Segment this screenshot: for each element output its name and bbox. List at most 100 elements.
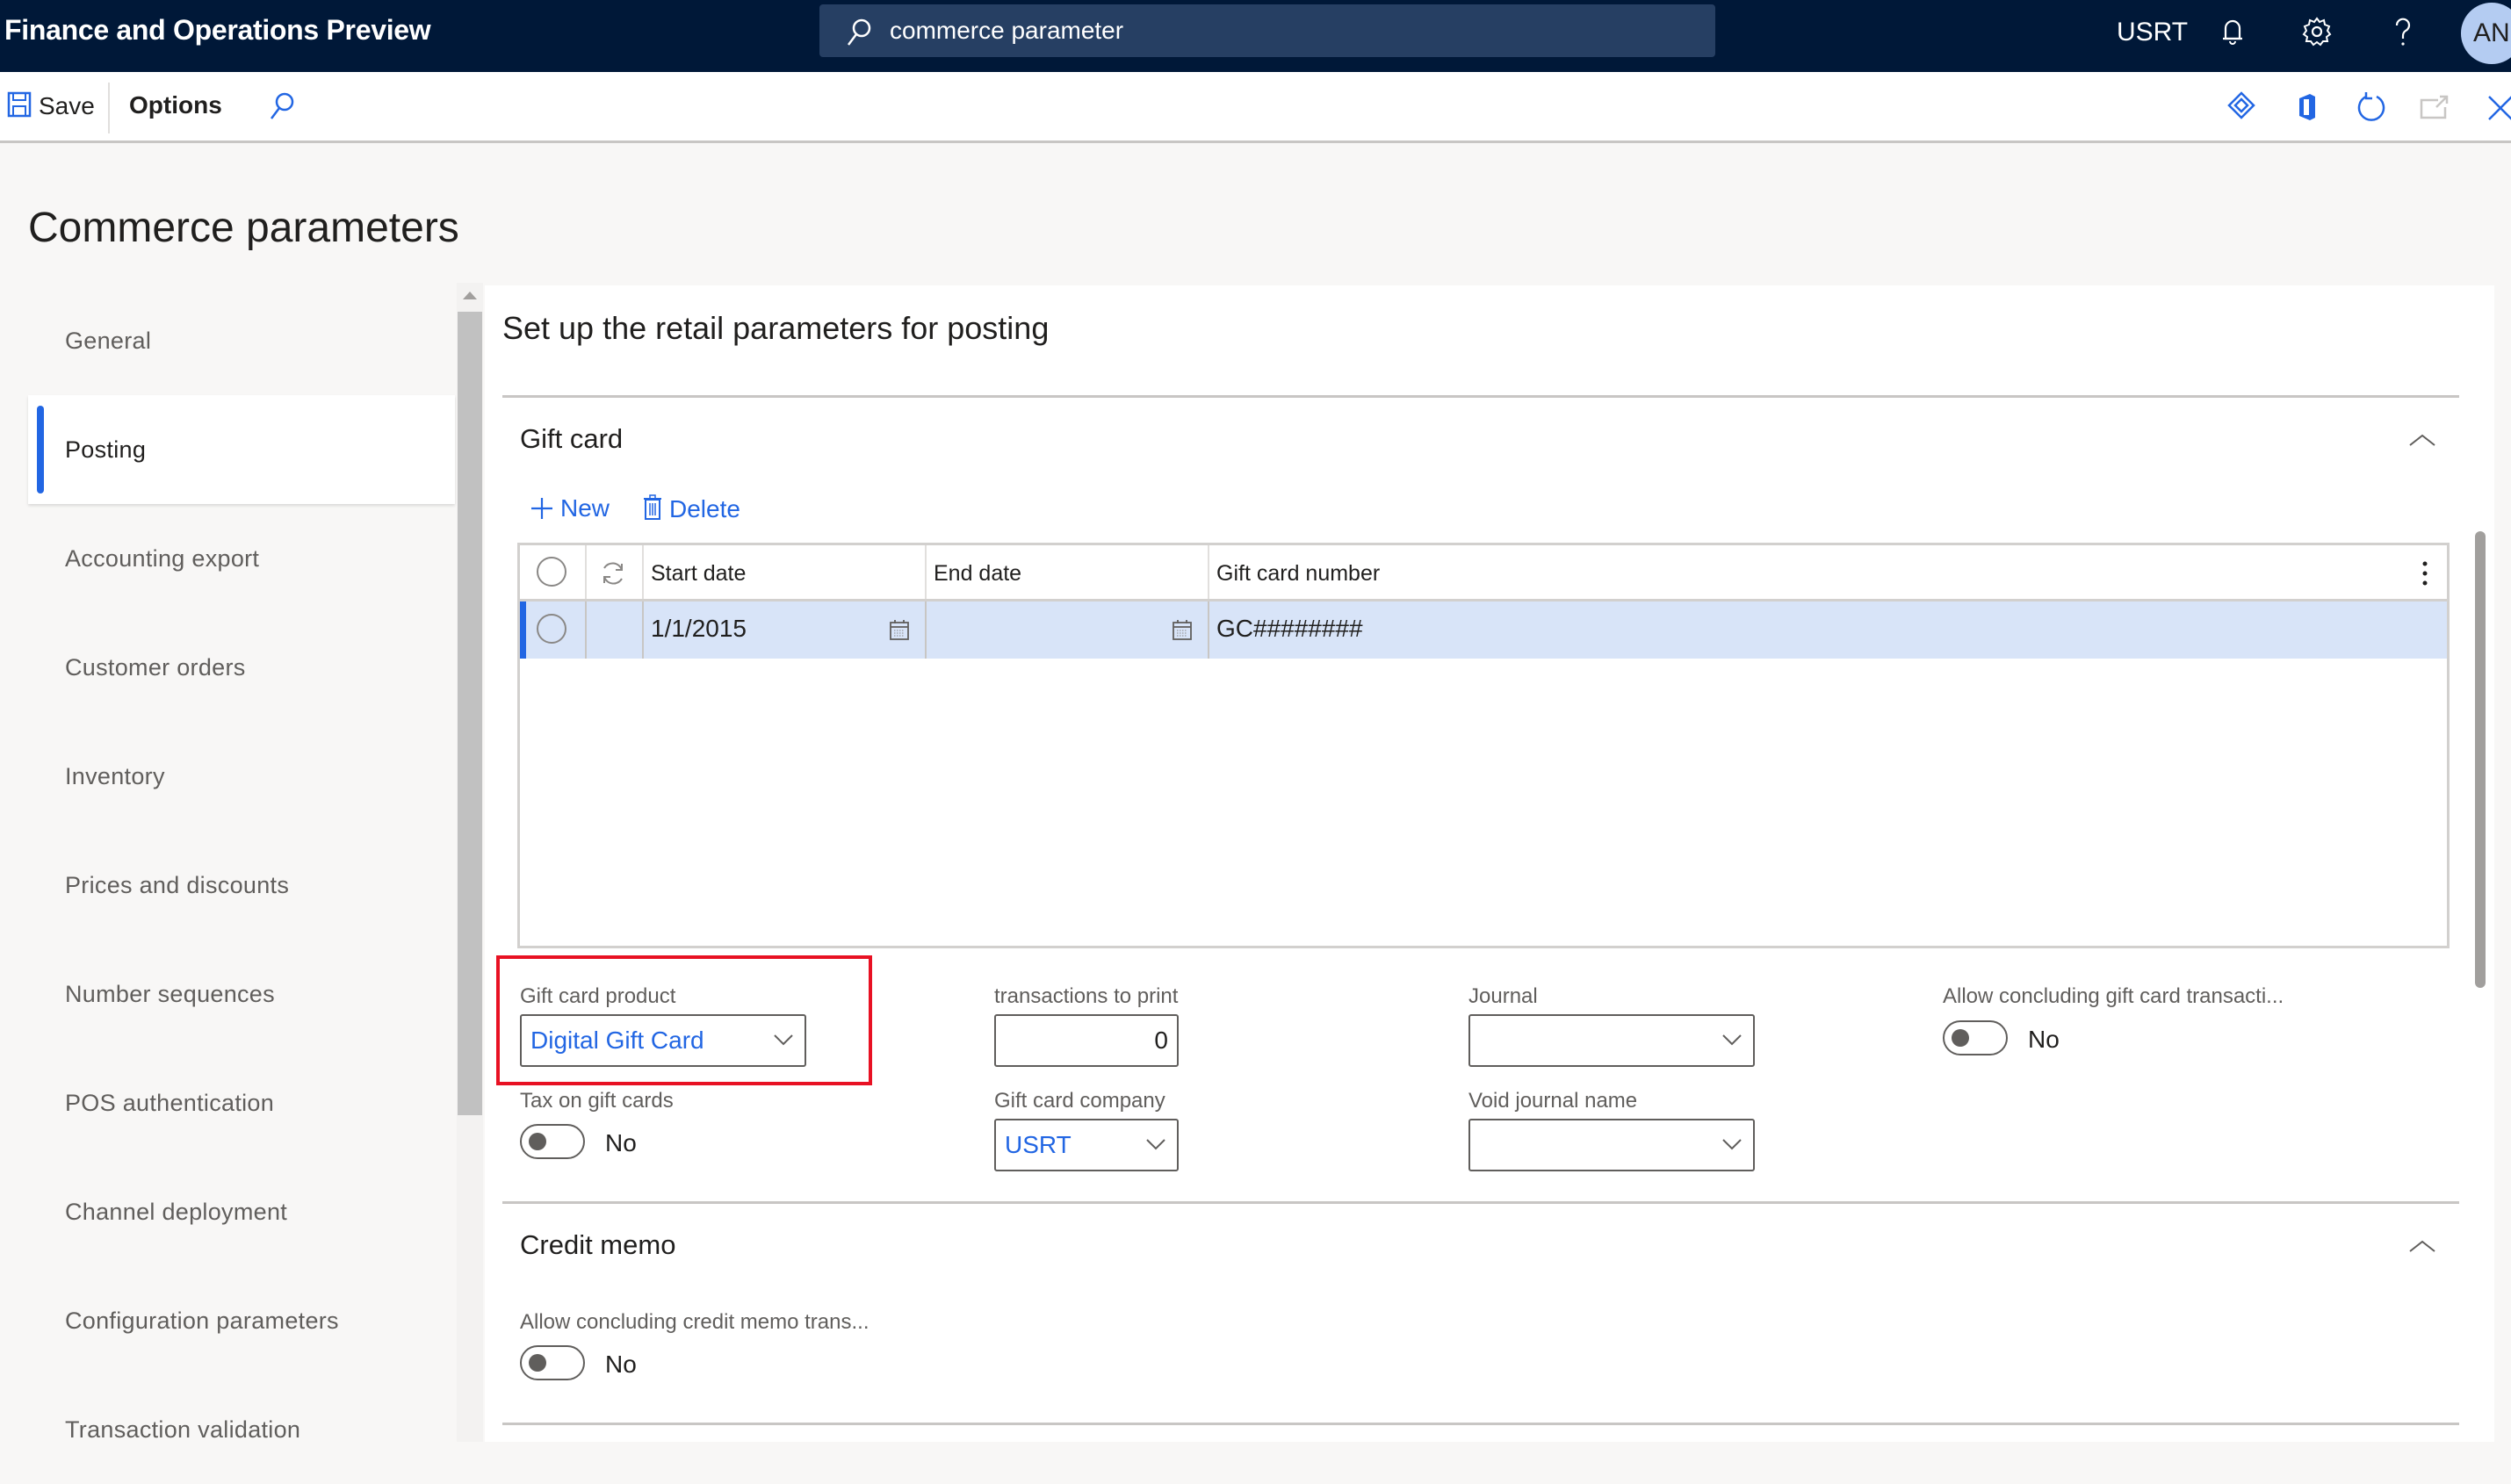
allow-concluding-credit-memo-toggle[interactable] (520, 1345, 585, 1380)
allow-concluding-gift-card-label: Allow concluding gift card transacti... (1943, 984, 2284, 1008)
toggle-knob (529, 1354, 546, 1372)
chevron-down-icon (1722, 1139, 1742, 1150)
main-scrollbar-thumb[interactable] (2475, 531, 2486, 988)
allow-concluding-credit-memo-label: Allow concluding credit memo trans... (520, 1310, 869, 1334)
sidebar-item-general[interactable]: General (28, 286, 455, 395)
section-heading: Set up the retail parameters for posting (502, 310, 1050, 346)
top-navigation-bar: Finance and Operations Preview USRT AN (0, 0, 2511, 72)
sidebar-nav: General Posting Accounting export Custom… (28, 283, 455, 1443)
start-date-cell[interactable]: 1/1/2015 (644, 602, 927, 659)
row-select-radio[interactable] (537, 614, 566, 644)
select-all-cell (520, 545, 587, 599)
close-icon[interactable] (2482, 90, 2511, 125)
search-icon[interactable] (263, 90, 299, 125)
chevron-up-icon[interactable] (2406, 431, 2438, 449)
gift-card-number-cell[interactable]: GC######## (1209, 602, 2447, 659)
row-status-cell (587, 602, 644, 659)
trash-icon (644, 494, 661, 520)
delete-label: Delete (669, 495, 740, 522)
sidebar-item-label: Prices and discounts (65, 872, 290, 898)
gear-icon[interactable] (2299, 14, 2334, 49)
end-date-cell[interactable] (927, 602, 1209, 659)
selected-indicator (37, 406, 44, 493)
divider (502, 395, 2459, 398)
transactions-to-print-input[interactable]: 0 (994, 1014, 1179, 1067)
tax-on-gift-cards-value: No (605, 1129, 637, 1156)
refresh-icon[interactable] (2354, 90, 2389, 125)
sidebar-item-label: Number sequences (65, 981, 275, 1007)
page-title: Commerce parameters (28, 205, 459, 251)
table-row[interactable]: 1/1/2015 GC######## (520, 602, 2447, 659)
refresh-cell (587, 545, 644, 599)
journal-dropdown[interactable] (1468, 1014, 1755, 1067)
row-select-cell (526, 602, 587, 659)
gift-card-product-dropdown[interactable]: Digital Gift Card (520, 1014, 806, 1067)
allow-concluding-credit-memo-value: No (605, 1351, 637, 1378)
avatar[interactable]: AN (2461, 3, 2511, 64)
sidebar-item-label: Transaction validation (65, 1416, 301, 1443)
calendar-icon[interactable] (1173, 619, 1192, 640)
scroll-up-arrow-icon[interactable] (463, 292, 477, 299)
sidebar-item-transaction-validation[interactable]: Transaction validation (28, 1375, 455, 1484)
open-new-window-icon[interactable] (2417, 90, 2452, 125)
sidebar-item-label: Customer orders (65, 654, 246, 681)
tax-on-gift-cards-toggle[interactable] (520, 1124, 585, 1159)
chevron-down-icon (774, 1034, 793, 1046)
chevron-up-icon[interactable] (2406, 1237, 2438, 1255)
sidebar-scrollbar[interactable] (457, 283, 483, 1442)
new-label: New (560, 494, 610, 522)
calendar-icon[interactable] (890, 619, 909, 640)
help-icon[interactable] (2385, 14, 2421, 49)
gift-card-company-label: Gift card company (994, 1089, 1165, 1113)
sidebar-item-inventory[interactable]: Inventory (28, 722, 455, 831)
sidebar-item-configuration-parameters[interactable]: Configuration parameters (28, 1266, 455, 1375)
main-content-panel: Set up the retail parameters for posting… (485, 285, 2494, 1442)
void-journal-name-dropdown[interactable] (1468, 1119, 1755, 1171)
column-header-gift-card-number[interactable]: Gift card number (1209, 545, 2447, 599)
sidebar-item-accounting-export[interactable]: Accounting export (28, 504, 455, 613)
new-button[interactable]: New (530, 494, 610, 522)
sidebar-item-number-sequences[interactable]: Number sequences (28, 940, 455, 1048)
toolbar-separator (108, 83, 110, 133)
bell-icon[interactable] (2215, 14, 2250, 49)
sidebar-item-posting[interactable]: Posting (28, 395, 455, 504)
gift-card-grid: Start date End date Gift card number 1/1… (517, 543, 2450, 948)
sidebar-item-prices-and-discounts[interactable]: Prices and discounts (28, 831, 455, 940)
tax-on-gift-cards-label: Tax on gift cards (520, 1089, 674, 1113)
void-journal-name-label: Void journal name (1468, 1089, 1638, 1113)
chevron-down-icon (1146, 1139, 1165, 1150)
sidebar-item-channel-deployment[interactable]: Channel deployment (28, 1157, 455, 1266)
search-input[interactable] (890, 11, 1680, 50)
delete-button[interactable]: Delete (643, 494, 740, 523)
app-title[interactable]: Finance and Operations Preview (4, 14, 431, 47)
sidebar-item-label: POS authentication (65, 1090, 275, 1116)
gift-card-company-value: USRT (1005, 1131, 1072, 1158)
sidebar-item-customer-orders[interactable]: Customer orders (28, 613, 455, 722)
start-date-value: 1/1/2015 (651, 615, 747, 642)
scrollbar-thumb[interactable] (458, 312, 482, 1115)
sidebar-item-label: General (65, 328, 152, 354)
column-header-start-date[interactable]: Start date (644, 545, 927, 599)
gift-card-section-header[interactable]: Gift card (520, 423, 623, 455)
more-options-icon[interactable] (2421, 559, 2429, 587)
toggle-knob (529, 1133, 546, 1150)
chevron-down-icon (1722, 1034, 1742, 1046)
refresh-icon[interactable] (598, 559, 628, 587)
select-all-radio[interactable] (537, 557, 566, 587)
gift-card-number-value: GC######## (1216, 615, 1363, 642)
sidebar-item-label: Channel deployment (65, 1199, 288, 1225)
save-button[interactable]: Save (7, 91, 95, 120)
gift-card-company-dropdown[interactable]: USRT (994, 1119, 1179, 1171)
sidebar-item-pos-authentication[interactable]: POS authentication (28, 1048, 455, 1157)
credit-memo-section-header[interactable]: Credit memo (520, 1229, 675, 1261)
power-apps-icon[interactable] (2224, 90, 2259, 125)
office-icon[interactable] (2289, 90, 2324, 125)
company-picker[interactable]: USRT (2117, 18, 2188, 47)
sidebar-item-label: Inventory (65, 763, 165, 789)
options-tab[interactable]: Options (129, 91, 222, 119)
column-header-end-date[interactable]: End date (927, 545, 1209, 599)
allow-concluding-gift-card-toggle[interactable] (1943, 1020, 2008, 1055)
global-search-box[interactable] (819, 4, 1715, 57)
sidebar-item-label: Configuration parameters (65, 1308, 339, 1334)
action-toolbar: Save Options (0, 72, 2511, 143)
